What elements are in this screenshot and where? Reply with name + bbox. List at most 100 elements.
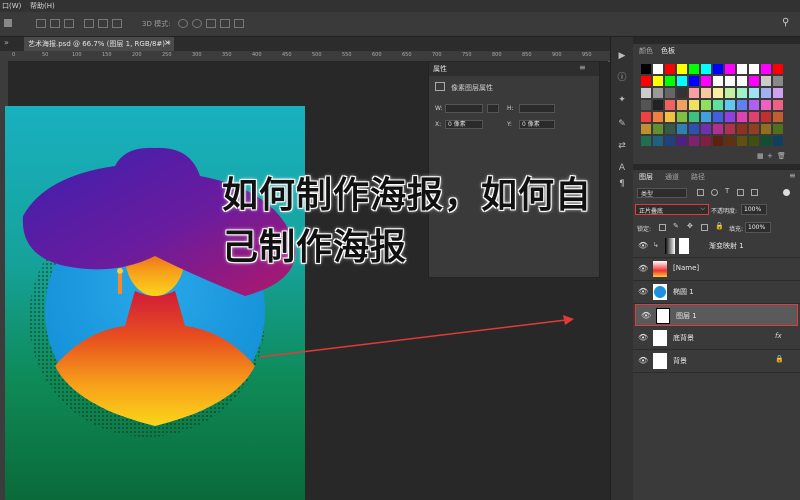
color-swatch[interactable] bbox=[725, 124, 735, 134]
color-swatch[interactable] bbox=[653, 112, 663, 122]
color-swatch[interactable] bbox=[689, 100, 699, 110]
color-swatch[interactable] bbox=[713, 112, 723, 122]
color-swatch[interactable] bbox=[749, 88, 759, 98]
visibility-eye-icon[interactable]: 👁 bbox=[638, 241, 648, 250]
info-icon[interactable]: ⓘ bbox=[617, 73, 627, 83]
tab-layers[interactable]: 图层 bbox=[639, 172, 653, 182]
filter-type-icon[interactable]: T bbox=[725, 187, 729, 195]
color-swatch[interactable] bbox=[701, 124, 711, 134]
visibility-eye-icon[interactable]: 👁 bbox=[638, 287, 648, 296]
color-swatch[interactable] bbox=[641, 136, 651, 146]
color-swatch[interactable] bbox=[653, 100, 663, 110]
color-swatch[interactable] bbox=[725, 64, 735, 74]
color-swatch[interactable] bbox=[641, 124, 651, 134]
paragraph-icon[interactable]: ¶ bbox=[617, 179, 627, 189]
layer-row[interactable]: 👁 [Name] bbox=[633, 258, 800, 281]
color-swatch[interactable] bbox=[665, 112, 675, 122]
color-swatch[interactable] bbox=[761, 64, 771, 74]
visibility-eye-icon[interactable]: 👁 bbox=[638, 264, 648, 273]
color-swatch[interactable] bbox=[713, 100, 723, 110]
color-swatch[interactable] bbox=[761, 112, 771, 122]
color-swatch[interactable] bbox=[677, 88, 687, 98]
filter-pixel-icon[interactable] bbox=[697, 189, 704, 196]
color-swatch[interactable] bbox=[773, 136, 783, 146]
color-swatch[interactable] bbox=[761, 88, 771, 98]
layer-row[interactable]: 👁 背景 🔒 bbox=[633, 350, 800, 373]
color-swatch[interactable] bbox=[773, 88, 783, 98]
color-swatch[interactable] bbox=[665, 64, 675, 74]
visibility-eye-icon[interactable]: 👁 bbox=[638, 333, 648, 342]
fx-icon[interactable]: fx bbox=[775, 332, 782, 340]
color-swatch[interactable] bbox=[773, 64, 783, 74]
color-swatch[interactable] bbox=[749, 112, 759, 122]
color-swatch[interactable] bbox=[641, 100, 651, 110]
layer-row[interactable]: 👁 ↳ 渐变映射 1 bbox=[633, 235, 800, 258]
history-icon[interactable]: ▶ bbox=[617, 51, 627, 61]
color-swatch[interactable] bbox=[713, 136, 723, 146]
clone-source-icon[interactable]: ✎ bbox=[617, 119, 627, 129]
blend-mode-select[interactable]: 正片叠底 ⌵ bbox=[635, 204, 709, 215]
color-swatch[interactable] bbox=[761, 100, 771, 110]
kind-filter[interactable]: 类型 bbox=[637, 188, 687, 198]
color-swatch[interactable] bbox=[701, 64, 711, 74]
color-swatch[interactable] bbox=[749, 64, 759, 74]
color-swatch[interactable] bbox=[737, 100, 747, 110]
delete-icon[interactable]: 🗑 bbox=[777, 152, 786, 160]
color-swatch[interactable] bbox=[725, 136, 735, 146]
color-swatch[interactable] bbox=[689, 76, 699, 86]
tab-color[interactable]: 颜色 bbox=[639, 46, 653, 56]
color-swatch[interactable] bbox=[653, 136, 663, 146]
color-swatch[interactable] bbox=[737, 64, 747, 74]
color-swatch[interactable] bbox=[689, 112, 699, 122]
color-swatch[interactable] bbox=[677, 136, 687, 146]
color-swatch[interactable] bbox=[653, 64, 663, 74]
color-swatch[interactable] bbox=[737, 112, 747, 122]
color-swatch[interactable] bbox=[737, 136, 747, 146]
layer-row[interactable]: 👁 底背景 fx bbox=[633, 327, 800, 350]
folder-icon[interactable]: ▦ bbox=[757, 152, 764, 160]
tab-channels[interactable]: 通道 bbox=[665, 172, 679, 182]
color-swatch[interactable] bbox=[773, 112, 783, 122]
color-swatch[interactable] bbox=[761, 136, 771, 146]
color-swatch[interactable] bbox=[773, 100, 783, 110]
filter-adjustment-icon[interactable] bbox=[711, 189, 718, 196]
color-swatch[interactable] bbox=[713, 64, 723, 74]
color-swatch[interactable] bbox=[761, 124, 771, 134]
color-swatch[interactable] bbox=[677, 64, 687, 74]
color-swatch[interactable] bbox=[701, 112, 711, 122]
lock-all-icon[interactable]: 🔒 bbox=[715, 222, 724, 230]
add-icon[interactable]: + bbox=[767, 152, 773, 160]
color-swatch[interactable] bbox=[701, 76, 711, 86]
color-swatch[interactable] bbox=[701, 100, 711, 110]
color-swatch[interactable] bbox=[677, 124, 687, 134]
brush-settings-icon[interactable]: ✦ bbox=[617, 95, 627, 105]
fill-field[interactable]: 100% bbox=[745, 222, 771, 233]
color-swatch[interactable] bbox=[641, 112, 651, 122]
color-swatch[interactable] bbox=[749, 124, 759, 134]
color-swatch[interactable] bbox=[641, 76, 651, 86]
color-swatch[interactable] bbox=[749, 76, 759, 86]
lock-paint-icon[interactable]: ✎ bbox=[673, 222, 679, 230]
color-swatch[interactable] bbox=[641, 64, 651, 74]
opacity-field[interactable]: 100% bbox=[741, 204, 767, 215]
visibility-eye-icon[interactable]: 👁 bbox=[641, 311, 651, 320]
color-swatch[interactable] bbox=[725, 112, 735, 122]
color-swatch[interactable] bbox=[665, 124, 675, 134]
color-swatch[interactable] bbox=[665, 100, 675, 110]
color-swatch[interactable] bbox=[689, 136, 699, 146]
layer-row[interactable]: 👁 椭圆 1 bbox=[633, 281, 800, 304]
tab-swatches[interactable]: 色板 bbox=[661, 46, 675, 56]
color-swatch[interactable] bbox=[713, 124, 723, 134]
color-swatch[interactable] bbox=[653, 76, 663, 86]
adjust-icon[interactable]: ⇄ bbox=[617, 141, 627, 151]
color-swatch[interactable] bbox=[641, 88, 651, 98]
color-swatch[interactable] bbox=[677, 112, 687, 122]
color-swatch[interactable] bbox=[713, 88, 723, 98]
color-swatch[interactable] bbox=[665, 136, 675, 146]
color-swatch[interactable] bbox=[749, 136, 759, 146]
lock-position-icon[interactable]: ✥ bbox=[687, 222, 693, 230]
color-swatch[interactable] bbox=[773, 124, 783, 134]
visibility-eye-icon[interactable]: 👁 bbox=[638, 356, 648, 365]
filter-toggle-icon[interactable] bbox=[783, 189, 790, 196]
color-swatch[interactable] bbox=[653, 124, 663, 134]
